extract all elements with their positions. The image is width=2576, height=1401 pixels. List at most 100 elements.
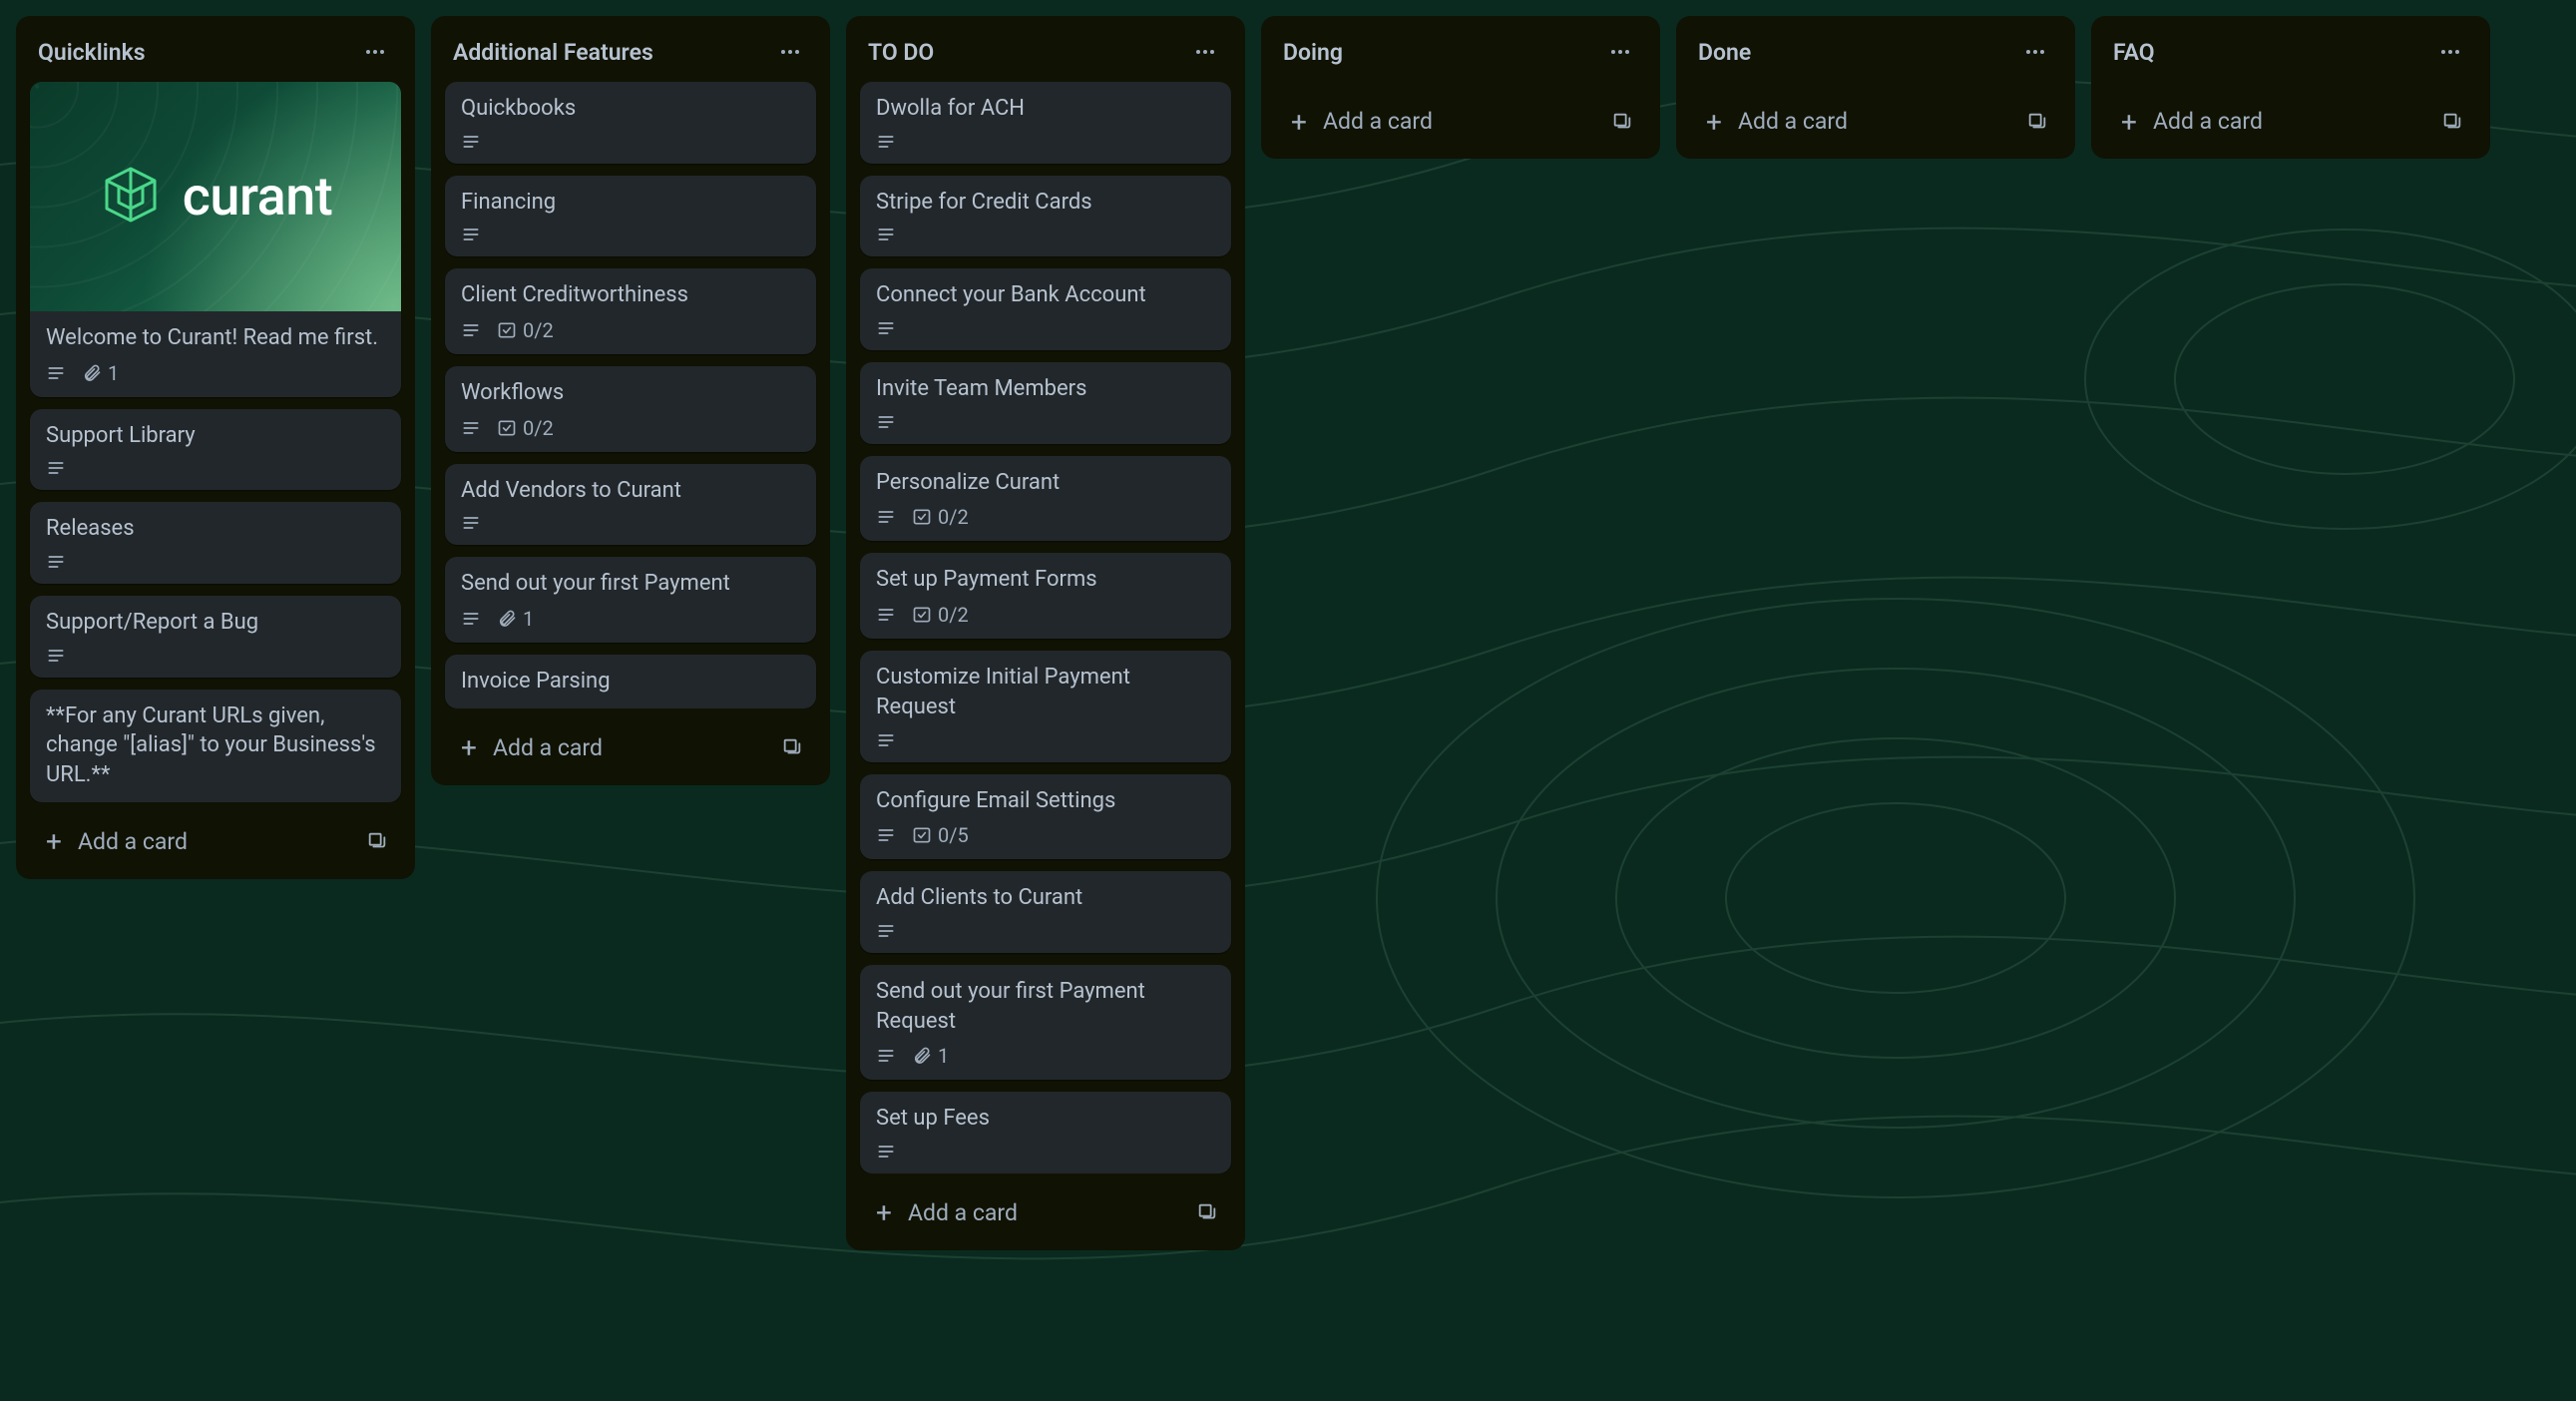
card[interactable]: Invoice Parsing (445, 655, 816, 708)
card-title: Quickbooks (461, 94, 800, 124)
list-menu-button[interactable] (1602, 34, 1638, 70)
add-card-button[interactable]: Add a card (451, 728, 613, 767)
add-card-label: Add a card (78, 828, 188, 855)
add-card-button[interactable]: Add a card (36, 822, 198, 861)
card[interactable]: Invite Team Members (860, 362, 1231, 444)
card-badges: 0/2 (876, 603, 1215, 627)
template-icon (1196, 1201, 1218, 1223)
attachment-badge: 1 (497, 607, 534, 631)
card[interactable]: Set up Fees (860, 1092, 1231, 1173)
description-icon (876, 412, 896, 432)
cards-container: Dwolla for ACH Stripe for Credit Cards Con… (858, 82, 1233, 1173)
card[interactable]: **For any Curant URLs given, change "[al… (30, 690, 401, 802)
list-title[interactable]: FAQ (2113, 39, 2155, 66)
card[interactable]: Workflows0/2 (445, 366, 816, 452)
description-icon (876, 605, 896, 625)
description-icon (46, 552, 66, 572)
list-title[interactable]: Additional Features (453, 39, 653, 66)
card-badges: 0/2 (461, 416, 800, 440)
dots-icon (1193, 40, 1217, 64)
card-badges (46, 458, 385, 478)
card-badges (876, 225, 1215, 244)
card[interactable]: Support/Report a Bug (30, 596, 401, 678)
card[interactable]: Quickbooks (445, 82, 816, 164)
list-menu-button[interactable] (772, 34, 808, 70)
card-title: Send out your first Payment Request (876, 977, 1215, 1036)
attachment-badge: 1 (912, 1044, 949, 1068)
dots-icon (2438, 40, 2462, 64)
card-badges (461, 225, 800, 244)
list: TO DO Dwolla for ACH Stripe for Credit Car… (846, 16, 1245, 1250)
card-template-button[interactable] (774, 729, 810, 765)
card[interactable]: Send out your first Payment Request 1 (860, 965, 1231, 1080)
description-icon (46, 458, 66, 478)
card[interactable]: Configure Email Settings0/5 (860, 774, 1231, 860)
checklist-count: 0/5 (938, 823, 969, 847)
card[interactable]: Client Creditworthiness0/2 (445, 268, 816, 354)
description-icon (876, 225, 896, 244)
add-card-button[interactable]: Add a card (1281, 102, 1443, 141)
checklist-count: 0/2 (523, 416, 554, 440)
list-header: FAQ (2103, 30, 2478, 82)
card-template-button[interactable] (1604, 104, 1640, 140)
card-title: Welcome to Curant! Read me first. (46, 323, 385, 353)
description-icon (461, 132, 481, 152)
template-icon (1611, 111, 1633, 133)
card[interactable]: Customize Initial Payment Request (860, 651, 1231, 761)
card-badges: 0/2 (461, 318, 800, 342)
list-title[interactable]: TO DO (868, 39, 934, 66)
list-menu-button[interactable] (1187, 34, 1223, 70)
card[interactable]: Releases (30, 502, 401, 584)
card-title: Set up Payment Forms (876, 565, 1215, 595)
add-card-label: Add a card (2153, 108, 2263, 135)
card[interactable]: Connect your Bank Account (860, 268, 1231, 350)
card-title: Dwolla for ACH (876, 94, 1215, 124)
add-card-label: Add a card (1738, 108, 1848, 135)
add-card-button[interactable]: Add a card (1696, 102, 1858, 141)
card[interactable]: Add Clients to Curant (860, 871, 1231, 953)
add-card-row: Add a card (2103, 96, 2478, 147)
card[interactable]: Support Library (30, 409, 401, 491)
description-icon (46, 646, 66, 666)
template-icon (781, 736, 803, 758)
add-card-button[interactable]: Add a card (2111, 102, 2273, 141)
card[interactable]: Set up Payment Forms 0/2 (860, 553, 1231, 639)
list-menu-button[interactable] (2432, 34, 2468, 70)
card[interactable]: Personalize Curant0/2 (860, 456, 1231, 542)
list-title[interactable]: Doing (1283, 39, 1343, 66)
card-badges (46, 552, 385, 572)
description-icon (461, 320, 481, 340)
card[interactable]: Dwolla for ACH (860, 82, 1231, 164)
card-template-button[interactable] (2019, 104, 2055, 140)
dots-icon (1608, 40, 1632, 64)
card-badges: 0/2 (876, 505, 1215, 529)
card[interactable]: Send out your first Payment 1 (445, 557, 816, 643)
card-template-button[interactable] (1189, 1194, 1225, 1230)
card[interactable]: curantWelcome to Curant! Read me first.1 (30, 82, 401, 397)
checklist-badge: 0/2 (912, 505, 969, 529)
cards-container: curantWelcome to Curant! Read me first.1… (28, 82, 403, 802)
card[interactable]: Stripe for Credit Cards (860, 176, 1231, 257)
add-card-row: Add a card (443, 722, 818, 773)
card-badges (876, 1142, 1215, 1162)
list-header: Done (1688, 30, 2063, 82)
add-card-label: Add a card (493, 734, 603, 761)
card-badges (876, 921, 1215, 941)
card-template-button[interactable] (2434, 104, 2470, 140)
list-title[interactable]: Quicklinks (38, 39, 146, 66)
card-title: Send out your first Payment (461, 569, 800, 599)
checklist-count: 0/2 (523, 318, 554, 342)
card-title: Invoice Parsing (461, 667, 800, 697)
board: Quicklinks curant Welcome to Curant! Read … (0, 0, 2576, 1401)
card[interactable]: Add Vendors to Curant (445, 464, 816, 546)
card-template-button[interactable] (359, 823, 395, 859)
list-title[interactable]: Done (1698, 39, 1751, 66)
list-menu-button[interactable] (357, 34, 393, 70)
card[interactable]: Financing (445, 176, 816, 257)
add-card-button[interactable]: Add a card (866, 1193, 1028, 1232)
brand-logo: curant (99, 163, 333, 231)
list-menu-button[interactable] (2017, 34, 2053, 70)
add-card-row: Add a card (1688, 96, 2063, 147)
card-badges: 0/5 (876, 823, 1215, 847)
card-title: Stripe for Credit Cards (876, 188, 1215, 218)
